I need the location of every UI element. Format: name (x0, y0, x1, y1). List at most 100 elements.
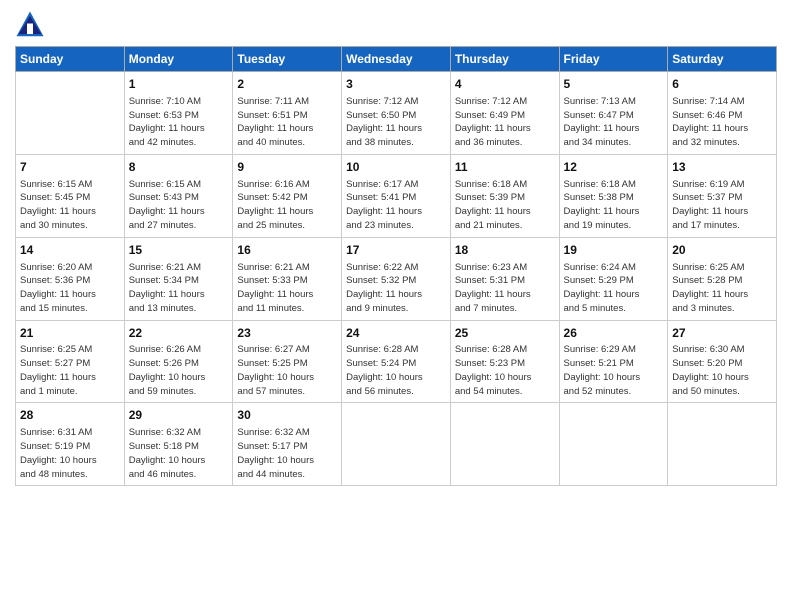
day-cell: 18 Sunrise: 6:23 AM Sunset: 5:31 PM Dayli… (450, 237, 559, 320)
day-cell: 21Sunrise: 6:25 AM Sunset: 5:27 PM Dayli… (16, 320, 125, 403)
day-info: Sunrise: 6:24 AM Sunset: 5:29 PM Dayligh… (564, 261, 664, 316)
day-number: 19 (564, 242, 664, 259)
day-info: Sunrise: 7:12 AM Sunset: 6:49 PM Dayligh… (455, 95, 555, 150)
col-header-saturday: Saturday (668, 47, 777, 72)
day-cell: 27Sunrise: 6:30 AM Sunset: 5:20 PM Dayli… (668, 320, 777, 403)
day-number: 27 (672, 325, 772, 342)
page: SundayMondayTuesdayWednesdayThursdayFrid… (0, 0, 792, 612)
day-number: 3 (346, 76, 446, 93)
day-cell: 26Sunrise: 6:29 AM Sunset: 5:21 PM Dayli… (559, 320, 668, 403)
col-header-wednesday: Wednesday (342, 47, 451, 72)
day-info: Sunrise: 6:20 AM Sunset: 5:36 PM Dayligh… (20, 261, 120, 316)
day-cell: 12 Sunrise: 6:18 AM Sunset: 5:38 PM Dayli… (559, 154, 668, 237)
week-row-1: 1 Sunrise: 7:10 AM Sunset: 6:53 PM Daylig… (16, 72, 777, 155)
day-info: Sunrise: 6:19 AM Sunset: 5:37 PM Dayligh… (672, 178, 772, 233)
day-number: 6 (672, 76, 772, 93)
header (15, 10, 777, 40)
day-info: Sunrise: 6:22 AM Sunset: 5:32 PM Dayligh… (346, 261, 446, 316)
day-cell: 13Sunrise: 6:19 AM Sunset: 5:37 PM Dayli… (668, 154, 777, 237)
day-number: 14 (20, 242, 120, 259)
day-cell: 23Sunrise: 6:27 AM Sunset: 5:25 PM Dayli… (233, 320, 342, 403)
logo (15, 10, 49, 40)
col-header-monday: Monday (124, 47, 233, 72)
day-cell: 2 Sunrise: 7:11 AM Sunset: 6:51 PM Daylig… (233, 72, 342, 155)
col-header-thursday: Thursday (450, 47, 559, 72)
day-cell: 11 Sunrise: 6:18 AM Sunset: 5:39 PM Dayli… (450, 154, 559, 237)
day-info: Sunrise: 6:15 AM Sunset: 5:45 PM Dayligh… (20, 178, 120, 233)
day-cell: 22Sunrise: 6:26 AM Sunset: 5:26 PM Dayli… (124, 320, 233, 403)
header-row: SundayMondayTuesdayWednesdayThursdayFrid… (16, 47, 777, 72)
day-number: 1 (129, 76, 229, 93)
day-cell: 14 Sunrise: 6:20 AM Sunset: 5:36 PM Dayli… (16, 237, 125, 320)
col-header-tuesday: Tuesday (233, 47, 342, 72)
day-info: Sunrise: 6:30 AM Sunset: 5:20 PM Dayligh… (672, 343, 772, 398)
day-info: Sunrise: 6:25 AM Sunset: 5:27 PM Dayligh… (20, 343, 120, 398)
day-number: 18 (455, 242, 555, 259)
day-number: 10 (346, 159, 446, 176)
day-cell: 19 Sunrise: 6:24 AM Sunset: 5:29 PM Dayli… (559, 237, 668, 320)
day-number: 30 (237, 407, 337, 424)
day-number: 20 (672, 242, 772, 259)
day-cell: 24Sunrise: 6:28 AM Sunset: 5:24 PM Dayli… (342, 320, 451, 403)
day-info: Sunrise: 7:11 AM Sunset: 6:51 PM Dayligh… (237, 95, 337, 150)
day-cell: 9Sunrise: 6:16 AM Sunset: 5:42 PM Daylig… (233, 154, 342, 237)
day-number: 25 (455, 325, 555, 342)
col-header-friday: Friday (559, 47, 668, 72)
day-info: Sunrise: 7:14 AM Sunset: 6:46 PM Dayligh… (672, 95, 772, 150)
day-number: 21 (20, 325, 120, 342)
day-info: Sunrise: 7:13 AM Sunset: 6:47 PM Dayligh… (564, 95, 664, 150)
day-number: 9 (237, 159, 337, 176)
day-cell: 3 Sunrise: 7:12 AM Sunset: 6:50 PM Daylig… (342, 72, 451, 155)
day-cell (450, 403, 559, 486)
calendar-table: SundayMondayTuesdayWednesdayThursdayFrid… (15, 46, 777, 486)
day-cell: 29 Sunrise: 6:32 AM Sunset: 5:18 PM Dayli… (124, 403, 233, 486)
week-row-3: 14 Sunrise: 6:20 AM Sunset: 5:36 PM Dayli… (16, 237, 777, 320)
day-info: Sunrise: 6:28 AM Sunset: 5:24 PM Dayligh… (346, 343, 446, 398)
logo-icon (15, 10, 45, 40)
day-number: 15 (129, 242, 229, 259)
day-cell: 6 Sunrise: 7:14 AM Sunset: 6:46 PM Daylig… (668, 72, 777, 155)
day-info: Sunrise: 6:18 AM Sunset: 5:38 PM Dayligh… (564, 178, 664, 233)
day-cell (16, 72, 125, 155)
day-number: 7 (20, 159, 120, 176)
day-number: 2 (237, 76, 337, 93)
day-cell: 16 Sunrise: 6:21 AM Sunset: 5:33 PM Dayli… (233, 237, 342, 320)
day-cell: 28 Sunrise: 6:31 AM Sunset: 5:19 PM Dayli… (16, 403, 125, 486)
day-number: 17 (346, 242, 446, 259)
day-number: 12 (564, 159, 664, 176)
day-cell (668, 403, 777, 486)
day-info: Sunrise: 7:12 AM Sunset: 6:50 PM Dayligh… (346, 95, 446, 150)
week-row-5: 28 Sunrise: 6:31 AM Sunset: 5:19 PM Dayli… (16, 403, 777, 486)
day-number: 24 (346, 325, 446, 342)
day-cell: 20Sunrise: 6:25 AM Sunset: 5:28 PM Dayli… (668, 237, 777, 320)
day-number: 11 (455, 159, 555, 176)
day-number: 22 (129, 325, 229, 342)
day-info: Sunrise: 6:28 AM Sunset: 5:23 PM Dayligh… (455, 343, 555, 398)
day-info: Sunrise: 6:17 AM Sunset: 5:41 PM Dayligh… (346, 178, 446, 233)
day-number: 16 (237, 242, 337, 259)
day-cell: 5 Sunrise: 7:13 AM Sunset: 6:47 PM Daylig… (559, 72, 668, 155)
day-cell: 15 Sunrise: 6:21 AM Sunset: 5:34 PM Dayli… (124, 237, 233, 320)
day-info: Sunrise: 7:10 AM Sunset: 6:53 PM Dayligh… (129, 95, 229, 150)
day-number: 8 (129, 159, 229, 176)
day-info: Sunrise: 6:21 AM Sunset: 5:33 PM Dayligh… (237, 261, 337, 316)
day-number: 29 (129, 407, 229, 424)
day-info: Sunrise: 6:32 AM Sunset: 5:17 PM Dayligh… (237, 426, 337, 481)
day-cell (342, 403, 451, 486)
day-cell: 8Sunrise: 6:15 AM Sunset: 5:43 PM Daylig… (124, 154, 233, 237)
day-info: Sunrise: 6:26 AM Sunset: 5:26 PM Dayligh… (129, 343, 229, 398)
day-number: 23 (237, 325, 337, 342)
day-info: Sunrise: 6:18 AM Sunset: 5:39 PM Dayligh… (455, 178, 555, 233)
week-row-4: 21Sunrise: 6:25 AM Sunset: 5:27 PM Dayli… (16, 320, 777, 403)
day-cell: 7 Sunrise: 6:15 AM Sunset: 5:45 PM Daylig… (16, 154, 125, 237)
day-number: 5 (564, 76, 664, 93)
day-cell: 1 Sunrise: 7:10 AM Sunset: 6:53 PM Daylig… (124, 72, 233, 155)
day-info: Sunrise: 6:27 AM Sunset: 5:25 PM Dayligh… (237, 343, 337, 398)
day-info: Sunrise: 6:21 AM Sunset: 5:34 PM Dayligh… (129, 261, 229, 316)
day-info: Sunrise: 6:31 AM Sunset: 5:19 PM Dayligh… (20, 426, 120, 481)
day-cell: 17 Sunrise: 6:22 AM Sunset: 5:32 PM Dayli… (342, 237, 451, 320)
day-number: 28 (20, 407, 120, 424)
day-cell: 25Sunrise: 6:28 AM Sunset: 5:23 PM Dayli… (450, 320, 559, 403)
day-info: Sunrise: 6:23 AM Sunset: 5:31 PM Dayligh… (455, 261, 555, 316)
day-info: Sunrise: 6:32 AM Sunset: 5:18 PM Dayligh… (129, 426, 229, 481)
